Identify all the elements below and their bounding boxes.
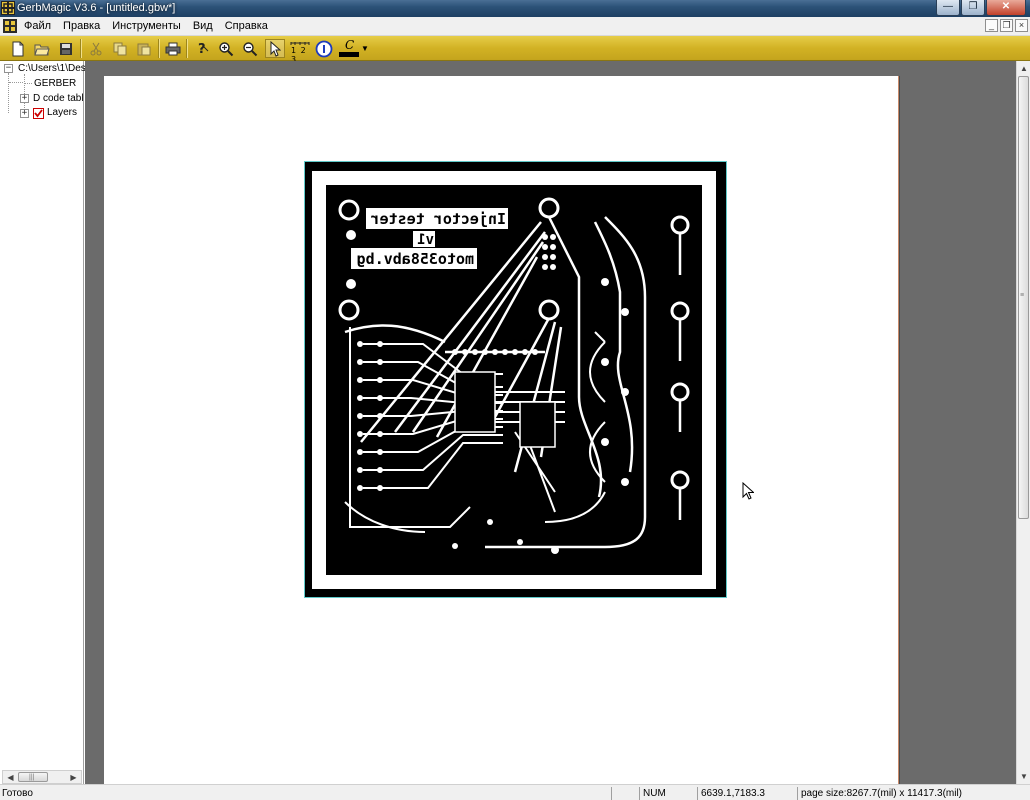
tree-node-root[interactable]: C:\Users\1\Des	[18, 62, 86, 75]
tree-line	[8, 73, 9, 113]
paste-icon	[137, 43, 151, 55]
tree-line	[25, 83, 32, 84]
toolbar: ? 1 2 3 C ▼	[0, 36, 1030, 64]
mouse-cursor-icon	[742, 482, 754, 500]
drawing-canvas[interactable]: Injector tester v1 moto358abv.bg	[85, 61, 1016, 784]
scroll-left-arrow-icon[interactable]: ◀	[4, 772, 17, 783]
print-page: Injector tester v1 moto358abv.bg	[104, 76, 899, 784]
tree-node-layers[interactable]: Layers	[47, 106, 77, 119]
measure-button[interactable]: 1 2 3	[289, 39, 311, 64]
chevron-down-icon: ▼	[361, 44, 369, 53]
save-button[interactable]	[56, 39, 76, 58]
scroll-up-arrow-icon[interactable]: ▲	[1018, 62, 1030, 75]
cut-button[interactable]	[86, 39, 106, 58]
help-icon: ?	[198, 42, 209, 57]
tree-horizontal-scrollbar[interactable]: ◀ ||| ▶	[2, 770, 82, 784]
gerbmagic-app-icon[interactable]	[1, 1, 15, 15]
checkbox-checked-icon[interactable]	[33, 108, 44, 119]
color-swatch	[339, 51, 360, 57]
toolbar-separator	[158, 39, 160, 58]
scroll-right-arrow-icon[interactable]: ▶	[67, 772, 80, 783]
tree-line	[9, 82, 23, 83]
tree-node-dcode-table[interactable]: D code tabl	[33, 92, 84, 105]
pcb-label-line1: Injector tester	[371, 210, 506, 228]
mdi-close-button[interactable]: ×	[1015, 19, 1028, 32]
document-icon[interactable]	[3, 19, 17, 33]
status-ready-text: Готово	[2, 788, 33, 799]
print-button[interactable]	[163, 39, 183, 58]
close-window-button[interactable]: ✕	[986, 0, 1026, 16]
pcb-label-line2: v1	[417, 232, 434, 248]
minimize-window-button[interactable]: —	[936, 0, 960, 16]
scroll-down-arrow-icon[interactable]: ▼	[1018, 770, 1030, 783]
zoom-out-icon	[243, 41, 258, 56]
toolbar-separator	[186, 39, 188, 58]
tree-node-gerber[interactable]: GERBER	[34, 77, 76, 90]
tree-expander-root[interactable]: −	[4, 64, 13, 73]
scroll-thumb[interactable]: ≡	[1018, 76, 1029, 519]
paste-button[interactable]	[134, 39, 154, 58]
maximize-window-button[interactable]: ❐	[961, 0, 985, 16]
zoom-out-button[interactable]	[240, 39, 260, 58]
color-button-label: C	[345, 37, 355, 52]
open-icon	[34, 44, 50, 55]
grip-icon: ≡	[1020, 292, 1025, 299]
menu-file[interactable]: Файл	[24, 19, 57, 34]
zoom-in-icon	[219, 41, 234, 56]
tree-expander-dcode[interactable]: +	[20, 94, 29, 103]
mdi-minimize-button[interactable]: _	[985, 19, 998, 32]
window-title: GerbMagic V3.6 - [untitled.gbw*]	[17, 2, 176, 14]
menu-edit[interactable]: Правка	[63, 19, 106, 34]
open-button[interactable]	[32, 39, 52, 58]
info-button[interactable]	[314, 39, 334, 58]
grip-icon: |||	[29, 774, 35, 781]
zoom-in-button[interactable]	[216, 39, 236, 58]
canvas-vertical-scrollbar[interactable]: ▲ ≡ ▼	[1016, 61, 1030, 784]
select-pointer-icon	[270, 40, 281, 57]
color-icon: C	[339, 37, 360, 58]
new-button[interactable]	[8, 39, 28, 58]
mdi-restore-button[interactable]: ❐	[1000, 19, 1013, 32]
status-empty-cell	[611, 787, 639, 800]
menu-help[interactable]: Справка	[225, 19, 274, 34]
color-button[interactable]: C ▼	[336, 37, 372, 58]
print-icon	[165, 42, 181, 55]
save-icon	[60, 42, 72, 55]
toolbar-separator	[80, 39, 82, 58]
menu-bar: Файл Правка Инструменты Вид Справка _ ❐ …	[0, 17, 1030, 36]
copy-button[interactable]	[110, 39, 130, 58]
status-page-size: page size:8267.7(mil) x 11417.3(mil)	[797, 787, 1030, 800]
pcb-artwork: Injector tester v1 moto358abv.bg	[312, 171, 716, 589]
scroll-thumb[interactable]: |||	[18, 772, 48, 782]
menu-tools[interactable]: Инструменты	[112, 19, 187, 34]
status-coordinates: 6639.1,7183.3	[697, 787, 797, 800]
copy-icon	[113, 42, 127, 55]
title-bar: GerbMagic V3.6 - [untitled.gbw*] — ❐ ✕	[0, 0, 1030, 17]
menu-view[interactable]: Вид	[193, 19, 219, 34]
cut-icon	[90, 42, 102, 55]
tree-expander-layers[interactable]: +	[20, 109, 29, 118]
layer-tree-panel: − C:\Users\1\Des GERBER + D code tabl + …	[0, 61, 86, 784]
help-button[interactable]: ?	[192, 39, 212, 58]
info-icon	[315, 40, 333, 57]
status-num-indicator: NUM	[639, 787, 697, 800]
select-button[interactable]	[265, 39, 285, 58]
status-bar: Готово NUM 6639.1,7183.3 page size:8267.…	[0, 784, 1030, 800]
svg-text:?: ?	[198, 42, 206, 57]
pcb-gerber-view[interactable]: Injector tester v1 moto358abv.bg	[304, 161, 727, 598]
new-icon	[12, 41, 24, 56]
pcb-label-line3: moto358abv.bg	[357, 250, 474, 268]
